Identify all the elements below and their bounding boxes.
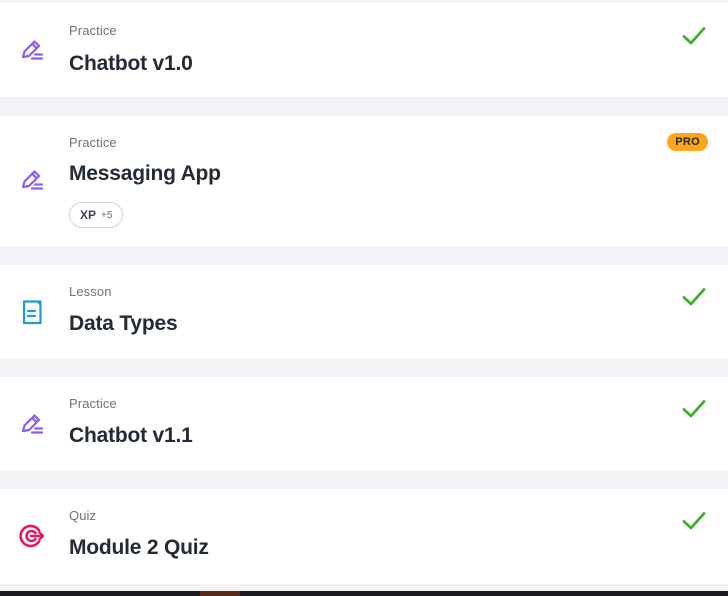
item-kind-label: Practice <box>69 23 117 38</box>
item-title: Chatbot v1.0 <box>69 52 193 75</box>
pro-badge: PRO <box>667 133 708 151</box>
check-icon <box>682 25 706 47</box>
pencil-icon <box>18 410 46 438</box>
item-title: Messaging App <box>69 162 221 185</box>
list-item-module-2-quiz[interactable]: Quiz Module 2 Quiz <box>0 489 728 584</box>
list-item-data-types[interactable]: Lesson Data Types <box>0 265 728 359</box>
item-kind-label: Lesson <box>69 284 112 299</box>
bottom-edge-glint <box>200 591 240 596</box>
document-icon <box>18 298 46 326</box>
target-icon <box>18 522 46 550</box>
xp-reward-chip: XP +5 <box>69 202 124 228</box>
item-kind-label: Practice <box>69 135 117 150</box>
pencil-icon <box>18 36 46 64</box>
check-icon <box>682 510 706 532</box>
bottom-edge-strip <box>0 591 728 596</box>
item-title: Module 2 Quiz <box>69 536 209 559</box>
module-item-list: Practice Chatbot v1.0 Practice Messaging… <box>0 0 728 596</box>
item-kind-label: Practice <box>69 396 117 411</box>
pencil-icon <box>18 166 46 194</box>
xp-value: +5 <box>101 209 113 221</box>
list-item-chatbot-v1-1[interactable]: Practice Chatbot v1.1 <box>0 377 728 471</box>
check-icon <box>682 398 706 420</box>
list-item-messaging-app[interactable]: Practice Messaging App PRO XP +5 <box>0 116 728 246</box>
list-item-chatbot-v1-0[interactable]: Practice Chatbot v1.0 <box>0 3 728 97</box>
xp-label: XP <box>80 208 97 222</box>
item-kind-label: Quiz <box>69 508 97 523</box>
item-title: Data Types <box>69 312 178 335</box>
item-title: Chatbot v1.1 <box>69 424 193 447</box>
check-icon <box>682 286 706 308</box>
